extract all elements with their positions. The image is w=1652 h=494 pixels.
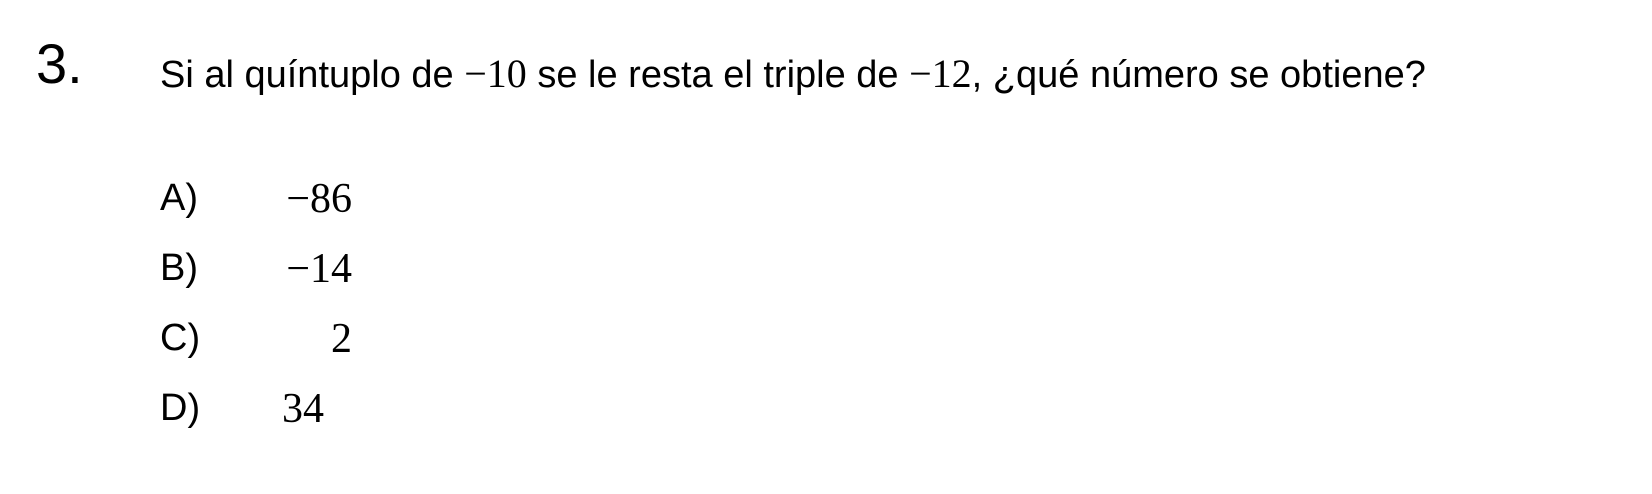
stem-text-2: se le resta el triple de [526, 54, 910, 96]
stem-text-3: , ¿qué número se obtiene? [971, 54, 1426, 96]
option-a-value: −86 [286, 176, 352, 222]
stem-value-1: −10 [464, 51, 527, 96]
option-c-value: 2 [331, 316, 352, 362]
option-d-letter: D) [160, 387, 201, 429]
option-b-letter: B) [160, 247, 198, 289]
option-d-value: 34 [282, 386, 324, 432]
stem-text-1: Si al quíntuplo de [160, 54, 465, 96]
option-c-letter: C) [160, 317, 201, 359]
stem-value-2: −12 [909, 51, 972, 96]
option-b-value: −14 [286, 246, 352, 292]
question-number: 3. [36, 32, 83, 95]
option-a-letter: A) [160, 177, 198, 219]
question-stem: Si al quíntuplo de −10 se le resta el tr… [160, 51, 1426, 96]
